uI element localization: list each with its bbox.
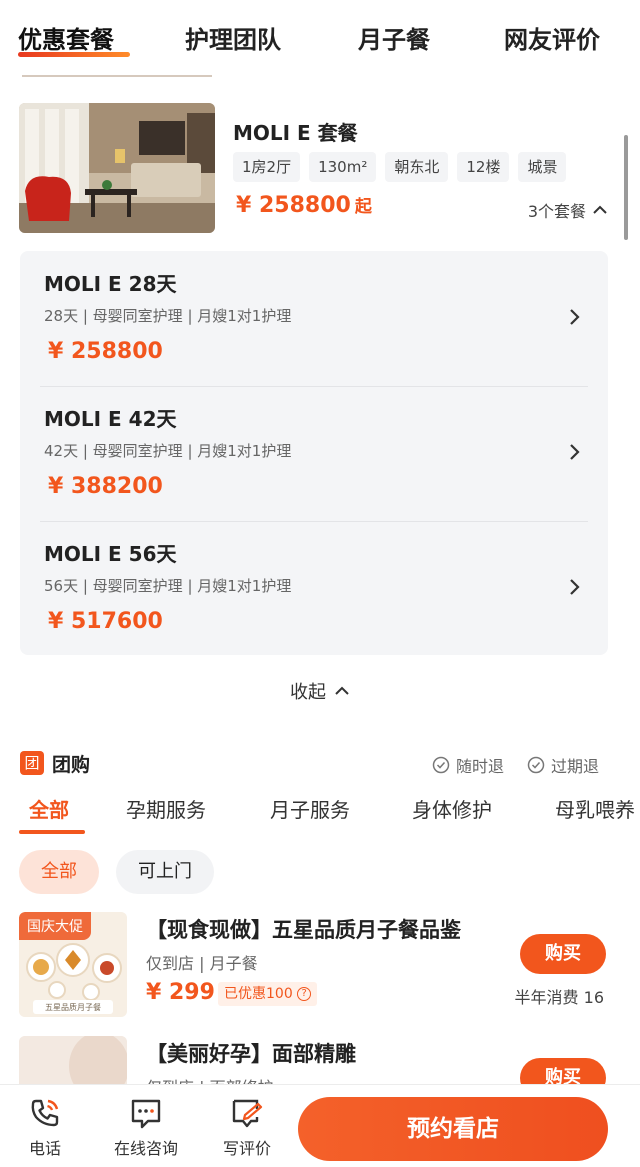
active-tab-indicator xyxy=(18,52,130,57)
check-circle-icon xyxy=(527,756,545,774)
price-suffix: 起 xyxy=(354,197,372,217)
item-name: MOLI E 28天 xyxy=(44,272,177,296)
tag-view: 城景 xyxy=(518,152,567,182)
item-price: ¥ 388200 xyxy=(48,474,163,499)
tag-area: 130m² xyxy=(309,152,377,182)
category-tabs: 全部 孕期服务 月子服务 身体修护 母乳喂养 xyxy=(0,790,640,838)
chevron-up-icon xyxy=(593,205,607,214)
item-price: ¥ 258800 xyxy=(48,339,163,364)
tab-user-reviews[interactable]: 网友评价 xyxy=(504,20,600,55)
question-icon: ? xyxy=(297,987,312,1001)
deal-subtitle: 仅到店 | 月子餐 xyxy=(146,954,258,973)
tab-confinement-service[interactable]: 月子服务 xyxy=(270,794,350,823)
collapse-button[interactable]: 收起 xyxy=(0,678,640,704)
review-icon xyxy=(232,1099,263,1128)
tab-confinement-meals[interactable]: 月子餐 xyxy=(358,20,430,55)
group-buy-header: 团 团购 随时退 过期退 xyxy=(0,748,640,780)
deal-image-caption: 五星品质月子餐 xyxy=(45,1003,101,1012)
group-buy-icon: 团 xyxy=(20,751,44,775)
package-item[interactable]: MOLI E 56天 56天 | 母婴同室护理 | 月嫂1对1护理 ¥ 5176… xyxy=(20,521,608,656)
room-photo[interactable] xyxy=(19,103,215,233)
deal-title: 【现食现做】五星品质月子餐品鉴 xyxy=(146,918,461,942)
item-name: MOLI E 56天 xyxy=(44,542,177,566)
chevron-right-icon xyxy=(570,579,580,595)
package-item[interactable]: MOLI E 28天 28天 | 母婴同室护理 | 月嫂1对1护理 ¥ 2588… xyxy=(20,251,608,386)
package-count-label: 3个套餐 xyxy=(527,202,586,221)
item-desc: 56天 | 母婴同室护理 | 月嫂1对1护理 xyxy=(44,577,292,595)
item-desc: 28天 | 母婴同室护理 | 月嫂1对1护理 xyxy=(44,307,292,325)
chevron-right-icon xyxy=(570,309,580,325)
discount-badge: 已优惠100 ? xyxy=(218,982,318,1006)
tag-floor: 12楼 xyxy=(457,152,510,182)
package-price-value: ¥ 258800 xyxy=(236,193,351,218)
tab-care-team[interactable]: 护理团队 xyxy=(185,20,281,55)
scrollbar[interactable] xyxy=(624,135,628,240)
guarantee-label: 过期退 xyxy=(551,757,600,776)
collapse-label: 收起 xyxy=(290,682,326,703)
phone-label: 电话 xyxy=(28,1139,61,1158)
promo-badge: 国庆大促 xyxy=(19,912,91,940)
phone-button[interactable]: 电话 xyxy=(5,1095,85,1159)
deal-image: 国庆大促 五星品质月子餐 xyxy=(19,912,127,1017)
package-item[interactable]: MOLI E 42天 42天 | 母婴同室护理 | 月嫂1对1护理 ¥ 3882… xyxy=(20,386,608,521)
online-consult-label: 在线咨询 xyxy=(113,1139,178,1158)
reserve-visit-button[interactable]: 预约看店 xyxy=(298,1097,608,1161)
tab-body-repair[interactable]: 身体修护 xyxy=(412,794,492,823)
top-tab-bar: 优惠套餐 护理团队 月子餐 网友评价 xyxy=(0,0,640,78)
tab-pregnancy-service[interactable]: 孕期服务 xyxy=(126,794,206,823)
chat-icon xyxy=(131,1099,161,1129)
filter-home-visit[interactable]: 可上门 xyxy=(116,850,214,894)
tag-orientation: 朝东北 xyxy=(385,152,449,182)
package-title: MOLI E 套餐 xyxy=(233,121,358,145)
tab-breastfeeding[interactable]: 母乳喂养 xyxy=(555,794,635,823)
item-price: ¥ 517600 xyxy=(48,609,163,634)
active-tab-indicator xyxy=(19,830,85,834)
item-name: MOLI E 42天 xyxy=(44,407,177,431)
write-review-button[interactable]: 写评价 xyxy=(207,1095,287,1159)
package-price: ¥ 258800 起 xyxy=(236,192,372,218)
buy-button[interactable]: 购买 xyxy=(520,934,606,974)
deal-price: ¥ 299 xyxy=(146,980,215,1005)
phone-icon xyxy=(31,1099,59,1127)
online-consult-button[interactable]: 在线咨询 xyxy=(106,1095,186,1159)
chevron-up-icon xyxy=(335,686,349,695)
tab-discount-packages[interactable]: 优惠套餐 xyxy=(18,20,114,55)
chevron-right-icon xyxy=(570,444,580,460)
group-buy-title: 团购 xyxy=(52,754,91,776)
guarantee-anytime-refund: 随时退 xyxy=(432,753,504,777)
tag-layout: 1房2厅 xyxy=(233,152,301,182)
package-header[interactable]: MOLI E 套餐 1房2厅 130m² 朝东北 12楼 城景 ¥ 258800… xyxy=(0,100,640,240)
package-count-toggle[interactable]: 3个套餐 xyxy=(528,198,608,222)
guarantee-expiry-refund: 过期退 xyxy=(527,753,599,777)
item-desc: 42天 | 母婴同室护理 | 月嫂1对1护理 xyxy=(44,442,292,460)
discount-label: 已优惠100 xyxy=(224,986,293,1002)
sales-count: 半年消费 16 xyxy=(514,988,604,1007)
bottom-action-bar: 电话 在线咨询 写评价 预约看店 xyxy=(0,1084,640,1167)
package-list: MOLI E 28天 28天 | 母婴同室护理 | 月嫂1对1护理 ¥ 2588… xyxy=(20,251,608,655)
package-tags: 1房2厅 130m² 朝东北 12楼 城景 xyxy=(233,152,567,182)
tab-all[interactable]: 全部 xyxy=(29,794,69,823)
guarantee-label: 随时退 xyxy=(456,757,505,776)
write-review-label: 写评价 xyxy=(222,1139,271,1158)
check-circle-icon xyxy=(432,756,450,774)
deal-title: 【美丽好孕】面部精雕 xyxy=(146,1042,356,1066)
divider xyxy=(22,75,212,77)
deal-card[interactable]: 国庆大促 五星品质月子餐 【现食现做】五星品质月子餐品鉴 仅到店 | 月子餐 ¥… xyxy=(0,912,640,1032)
filter-all[interactable]: 全部 xyxy=(19,850,99,894)
